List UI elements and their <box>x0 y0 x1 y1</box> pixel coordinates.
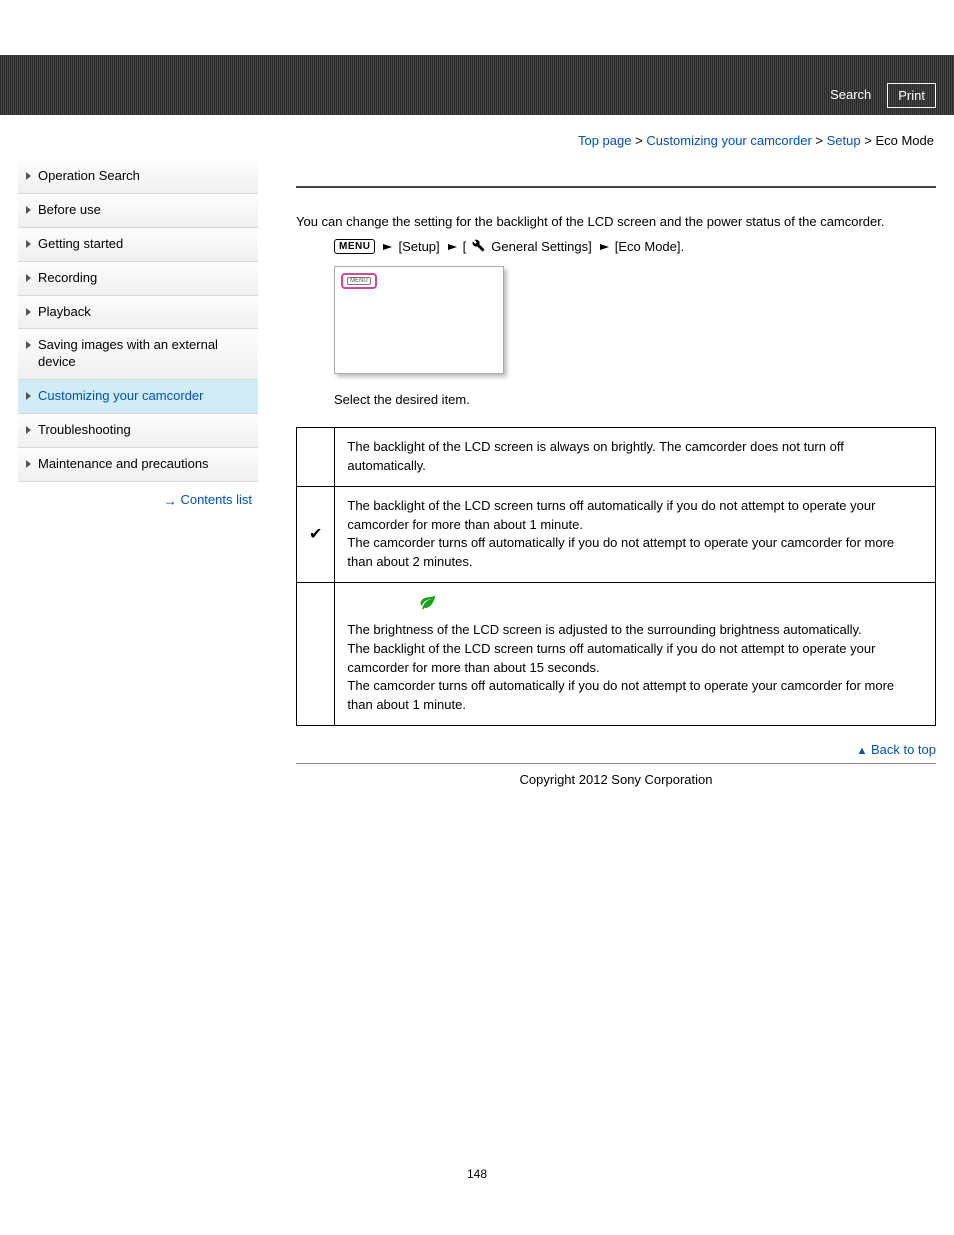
option-line: The backlight of the LCD screen turns of… <box>347 641 875 675</box>
path-general: General Settings] <box>491 239 591 254</box>
arrow-right-icon <box>600 244 609 250</box>
back-to-top-link[interactable]: Back to top <box>871 742 936 757</box>
option-description: The brightness of the LCD screen is adju… <box>335 583 936 726</box>
search-button[interactable]: Search <box>820 83 881 108</box>
option-line: The backlight of the LCD screen turns of… <box>347 498 875 532</box>
table-row: The backlight of the LCD screen is alway… <box>297 428 936 487</box>
arrow-right-icon <box>448 244 457 250</box>
path-eco: [Eco Mode]. <box>615 239 684 254</box>
triangle-up-icon: ▲ <box>856 745 867 757</box>
breadcrumb-current: Eco Mode <box>875 133 934 148</box>
sidebar-item-maintenance[interactable]: Maintenance and precautions <box>18 448 258 482</box>
menu-button-icon: MENU <box>334 239 375 254</box>
print-button[interactable]: Print <box>887 83 936 108</box>
menu-navigation-path: MENU [Setup] [ General Settings] [Eco Mo… <box>334 239 936 254</box>
option-description: The backlight of the LCD screen turns of… <box>335 486 936 582</box>
table-row: The brightness of the LCD screen is adju… <box>297 583 936 726</box>
sidebar-item-troubleshooting[interactable]: Troubleshooting <box>18 414 258 448</box>
menu-tiny-label: MENU <box>347 277 371 285</box>
path-bracket: [ <box>463 239 467 254</box>
page-number: 148 <box>0 827 954 1201</box>
menu-highlight: MENU <box>341 273 377 289</box>
arrow-right-icon <box>383 244 392 250</box>
sidebar-item-recording[interactable]: Recording <box>18 262 258 296</box>
sidebar-item-saving-images[interactable]: Saving images with an external device <box>18 329 258 380</box>
option-mark-checked: ✔ <box>297 486 335 582</box>
contents-list-link[interactable]: Contents list <box>180 492 252 507</box>
select-instruction: Select the desired item. <box>334 392 936 407</box>
option-line: The camcorder turns off automatically if… <box>347 535 894 569</box>
breadcrumb-top[interactable]: Top page <box>578 133 632 148</box>
header-bar: Search Print <box>0 55 954 115</box>
sidebar-item-getting-started[interactable]: Getting started <box>18 228 258 262</box>
wrench-icon <box>472 239 485 254</box>
breadcrumb-setup[interactable]: Setup <box>827 133 861 148</box>
arrow-right-icon: → <box>163 492 177 508</box>
sidebar-item-operation-search[interactable]: Operation Search <box>18 160 258 194</box>
copyright-text: Copyright 2012 Sony Corporation <box>296 764 936 827</box>
table-row: ✔ The backlight of the LCD screen turns … <box>297 486 936 582</box>
intro-text: You can change the setting for the backl… <box>296 214 936 229</box>
path-setup: [Setup] <box>398 239 439 254</box>
breadcrumb: Top page > Customizing your camcorder > … <box>0 115 954 156</box>
option-mark <box>297 428 335 487</box>
breadcrumb-sep: > <box>635 133 643 148</box>
sidebar-item-playback[interactable]: Playback <box>18 296 258 330</box>
option-mark <box>297 583 335 726</box>
options-table: The backlight of the LCD screen is alway… <box>296 427 936 726</box>
lcd-screen-illustration: MENU <box>334 266 504 374</box>
breadcrumb-sep: > <box>864 133 872 148</box>
sidebar-item-before-use[interactable]: Before use <box>18 194 258 228</box>
sidebar: Operation Search Before use Getting star… <box>18 156 258 827</box>
option-line: The brightness of the LCD screen is adju… <box>347 622 861 637</box>
breadcrumb-customizing[interactable]: Customizing your camcorder <box>646 133 811 148</box>
option-line: The camcorder turns off automatically if… <box>347 678 894 712</box>
sidebar-item-customizing[interactable]: Customizing your camcorder <box>18 380 258 414</box>
breadcrumb-sep: > <box>815 133 823 148</box>
option-description: The backlight of the LCD screen is alway… <box>335 428 936 487</box>
divider <box>296 186 936 188</box>
main-content: You can change the setting for the backl… <box>258 156 936 827</box>
eco-leaf-icon <box>419 593 923 617</box>
